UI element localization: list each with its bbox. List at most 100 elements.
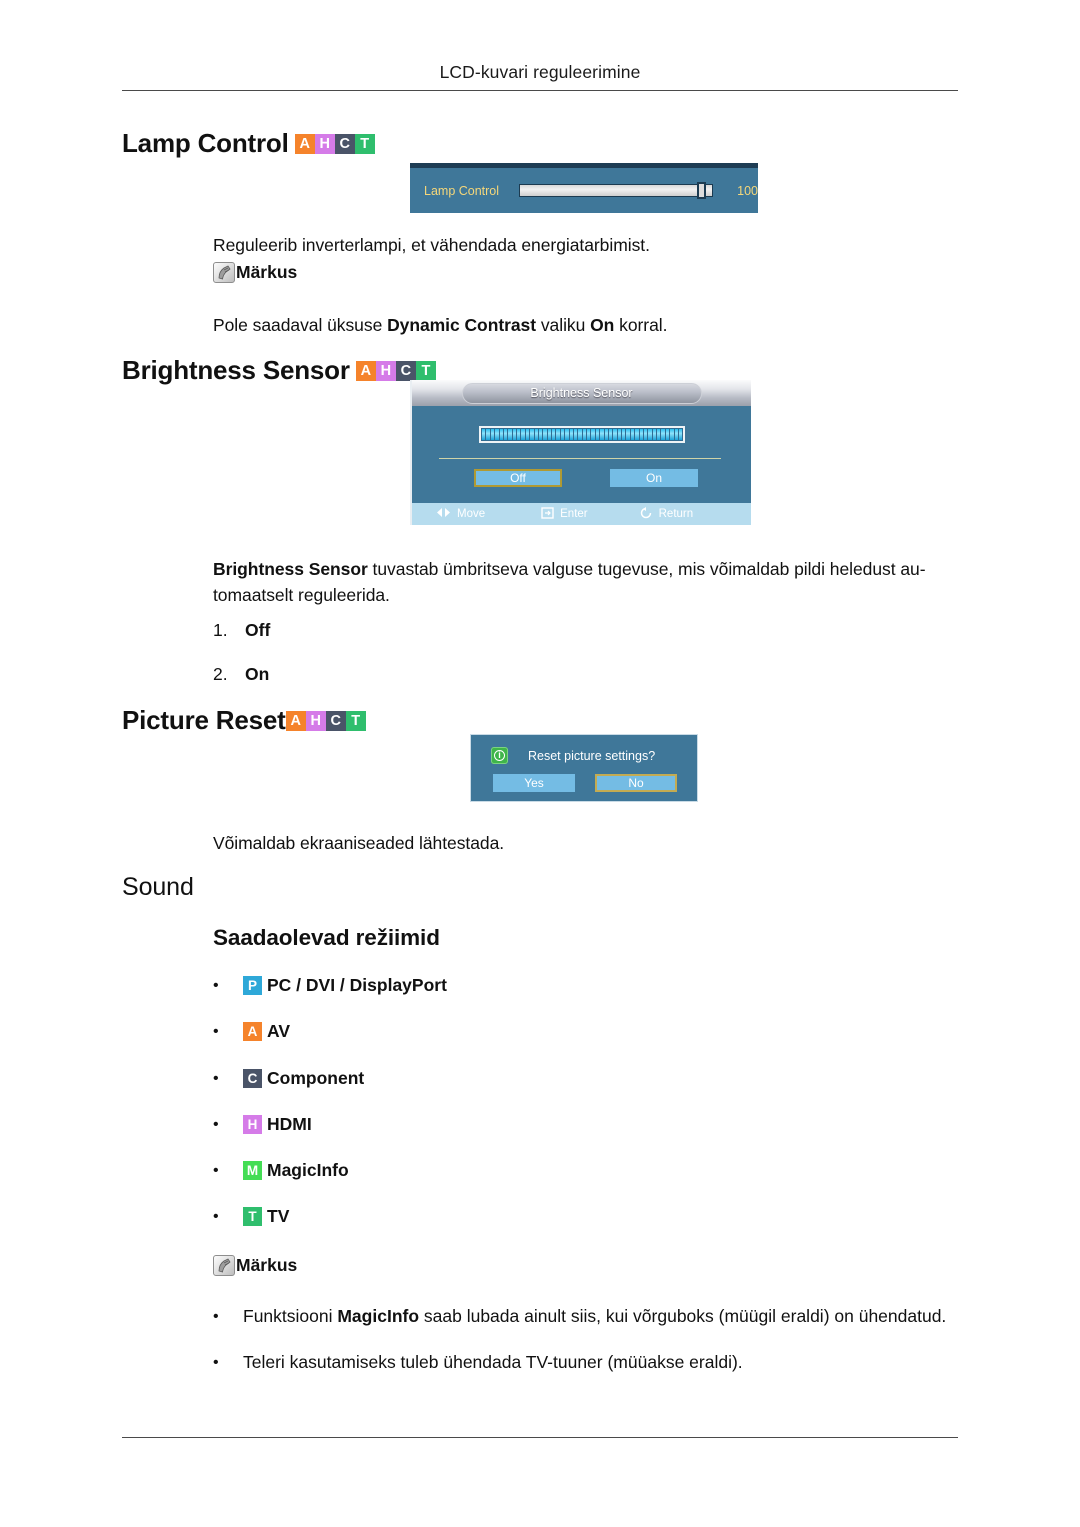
list-item-number: 2. [213,664,228,684]
osd-lamp-label: Lamp Control [424,183,500,198]
meter-segment [530,429,534,440]
osd-hint-return: Return [640,506,693,522]
mode-badges-picture-reset: A H C T [285,710,366,731]
meter-segment [587,429,591,440]
brightness-level-meter [479,426,685,443]
heading-lamp-control-text: Lamp Control [122,128,289,158]
bullet-icon: • [213,1161,219,1179]
heading-brightness-sensor: Brightness Sensor A H C T [122,355,436,386]
meter-segment [665,429,670,440]
osd-hint-move-label: Move [457,508,486,520]
info-icon: i [491,747,508,764]
badge-component-icon: C [334,133,355,154]
meter-segment [578,429,582,440]
badge-hdmi-icon: H [375,360,396,381]
note-label-sound: Märkus [236,1255,298,1275]
meter-segment [543,429,547,440]
meter-segment [534,429,538,440]
mode-label: MagicInfo [267,1160,349,1180]
osd-button-yes[interactable]: Yes [493,774,575,792]
osd-hint-enter-label: Enter [560,508,588,520]
badge-av-icon: A [355,360,376,381]
meter-segment [674,429,678,440]
list-item: • Teleri kasutamiseks tuleb ühendada TV-… [213,1352,743,1373]
mode-label: PC / DVI / DisplayPort [267,975,447,995]
note-text-pre: Funktsiooni [243,1306,338,1326]
note-text-mid: valiku [536,315,591,335]
note-text-post: saab lubada ainult siis, kui võrguboks (… [419,1306,947,1326]
list-item: 2. On [213,664,269,685]
mode-label: AV [267,1021,291,1041]
note-term-on: On [590,315,615,335]
osd-button-no[interactable]: No [595,774,677,792]
bullet-icon: • [213,976,219,994]
mode-badges-lamp-control: A H C T [294,133,375,154]
meter-segment [552,429,556,440]
meter-segment [670,429,674,440]
osd-body: Off On [412,406,751,501]
heading-sound: Sound [122,873,194,901]
meter-segment [600,429,604,440]
meter-segment [582,429,586,440]
osd-lamp-value: 100 [737,183,758,198]
list-item-number: 1. [213,620,228,640]
move-icon [436,507,451,521]
note-marker-lamp-control: Märkus [213,262,297,283]
meter-segment [525,429,530,440]
meter-segment [547,429,551,440]
osd-lamp-control-panel: Lamp Control 100 [410,163,758,213]
enter-icon [541,506,554,522]
note-text: Funktsiooni MagicInfo saab lubada ainult… [243,1306,946,1327]
osd-divider [439,458,721,459]
meter-segment [661,429,665,440]
list-item: • P PC / DVI / DisplayPort [213,975,447,996]
meter-segment [503,429,508,440]
meter-segment [490,429,495,440]
meter-segment [499,429,503,440]
note-text-pre: Pole saadaval üksuse [213,315,388,335]
meter-segment [482,429,486,440]
badge-tv-icon: T [415,360,436,381]
note-marker-sound: Märkus [213,1255,297,1276]
meter-segment [521,429,525,440]
osd-button-on[interactable]: On [610,469,698,487]
lamp-control-slider[interactable] [519,182,714,199]
list-item: • M MagicInfo [213,1160,349,1181]
osd-title-text: Brightness Sensor [461,382,702,404]
meter-segment [569,429,573,440]
osd-button-off[interactable]: Off [474,469,562,487]
badge-tv-icon: T [345,710,366,731]
slider-handle[interactable] [697,182,707,199]
osd-brightness-sensor-dialog: Brightness Sensor Off On Move Enter Retu… [410,380,751,525]
badge-component-icon: C [325,710,346,731]
meter-segment [657,429,661,440]
meter-segment [560,429,565,440]
meter-segment [652,429,656,440]
meter-segment [565,429,569,440]
mode-badges-brightness-sensor: A H C T [355,360,436,381]
heading-lamp-control: Lamp Control A H C T [122,128,375,159]
osd-picture-reset-dialog: i Reset picture settings? Yes No [470,734,698,802]
mode-label: HDMI [267,1114,312,1134]
meter-segment [486,429,490,440]
note-term-magicinfo: MagicInfo [337,1306,420,1326]
note-text: Teleri kasutamiseks tuleb ühendada TV-tu… [243,1352,743,1372]
meter-segment [613,429,617,440]
osd-reset-button-row: Yes No [471,774,697,792]
meter-segment [622,429,626,440]
osd-titlebar: Brightness Sensor [412,380,751,406]
osd-hint-enter: Enter [541,506,588,522]
meter-segment [678,429,683,440]
list-item: • C Component [213,1068,364,1089]
meter-segment [639,429,643,440]
meter-segment [643,429,648,440]
meter-segment [573,429,578,440]
badge-component-icon: C [395,360,416,381]
osd-button-row: Off On [412,469,751,487]
picture-reset-description: Võimaldab ekraaniseaded lähtestada. [213,833,505,853]
list-item-label: Off [245,620,271,640]
badge-component-icon: C [243,1069,262,1088]
meter-segment [648,429,652,440]
badge-magicinfo-icon: M [243,1161,262,1180]
footer-divider [122,1437,958,1438]
